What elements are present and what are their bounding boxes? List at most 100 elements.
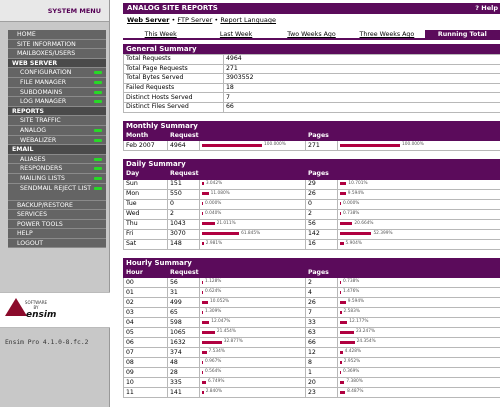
requests-bar	[202, 390, 204, 394]
sidebar: SYSTEM MENU HOME SITE INFORMATION MAILBOXE…	[0, 0, 110, 407]
pages-bar	[340, 192, 346, 196]
requests-value: 31	[167, 287, 200, 299]
menu-item-log-manager[interactable]: LOG MANAGER	[8, 97, 106, 107]
pages-percent: 52.399%	[373, 230, 393, 236]
requests-bar	[202, 360, 203, 364]
menu-item-label: SERVICES	[17, 211, 48, 219]
version-text: Ensim Pro 4.1.0-8.fc.2	[5, 339, 89, 346]
menu-item-subdomains[interactable]: SUBDOMAINS	[8, 87, 106, 98]
column-header: Pages	[305, 169, 338, 180]
tab-two-weeks-ago[interactable]: Two Weeks Ago	[274, 30, 349, 38]
help-link[interactable]: ? Help	[475, 3, 498, 14]
menu-item-power-tools[interactable]: POWER TOOLS	[8, 219, 106, 230]
tab-running-total[interactable]: Running Total	[424, 30, 500, 38]
system-menu: HOME SITE INFORMATION MAILBOXES/USERS WEB S…	[8, 30, 106, 249]
requests-bar	[202, 143, 262, 147]
pages-bar-cell: 0.738%	[337, 208, 500, 220]
pages-value: 271	[305, 140, 338, 152]
menu-item-help[interactable]: HELP	[8, 229, 106, 239]
pages-bar	[340, 222, 353, 226]
summary-value: 66	[223, 101, 500, 113]
column-header	[199, 130, 306, 142]
menu-item-mailing-lists[interactable]: MAILING LISTS	[8, 173, 106, 184]
pages-percent: 4.428%	[344, 349, 362, 355]
menu-item-label: WEB SERVER	[12, 59, 58, 67]
requests-bar-cell: 0.000%	[199, 198, 306, 210]
requests-bar	[202, 300, 209, 304]
table-row: Sun 151 3.042% 29 10.701%	[123, 178, 500, 190]
menu-item-webalizer[interactable]: WEBALIZER	[8, 135, 106, 146]
pages-bar	[340, 320, 348, 324]
tab-last-week[interactable]: Last Week	[198, 30, 273, 38]
tab-this-week[interactable]: This Week	[123, 30, 198, 38]
menu-item-sendmail-reject-list[interactable]: SENDMAIL REJECT LIST	[8, 183, 106, 201]
row-label: 09	[123, 367, 168, 379]
pages-bar	[340, 143, 400, 147]
menu-item-analog[interactable]: ANALOG	[8, 125, 106, 136]
requests-bar-cell: 61.845%	[199, 228, 306, 240]
table-row: 05 1065 21.454% 63 23.247%	[123, 327, 500, 339]
column-header	[337, 169, 500, 180]
menu-item-aliases[interactable]: ALIASES	[8, 154, 106, 165]
requests-bar	[202, 232, 240, 236]
pages-bar-cell: 0.000%	[337, 198, 500, 210]
pages-percent: 9.594%	[347, 299, 365, 305]
requests-bar-cell: 12.047%	[199, 317, 306, 329]
pages-bar-cell: 12.177%	[337, 317, 500, 329]
requests-bar-cell: 2.981%	[199, 238, 306, 250]
general-summary-heading: General Summary	[123, 44, 500, 54]
pages-value: 23	[305, 387, 338, 399]
menu-item-mailboxes-users[interactable]: MAILBOXES/USERS	[8, 49, 106, 59]
web-server-link[interactable]: Web Server	[127, 16, 169, 24]
menu-item-home[interactable]: HOME	[8, 30, 106, 40]
column-header: Day	[123, 169, 168, 180]
pages-percent: 24.354%	[356, 339, 376, 345]
menu-item-site-traffic[interactable]: SITE TRAFFIC	[8, 116, 106, 126]
menu-item-backup-restore[interactable]: BACKUP/RESTORE	[8, 200, 106, 211]
ftp-server-link[interactable]: FTP Server	[177, 16, 212, 24]
report-language-link[interactable]: Report Language	[220, 16, 276, 24]
column-header: Pages	[305, 130, 338, 142]
requests-bar-cell: 1.128%	[199, 277, 306, 289]
menu-item-configuration[interactable]: CONFIGURATION	[8, 68, 106, 78]
menu-item-reports: REPORTS	[8, 106, 106, 117]
pages-bar	[340, 310, 342, 314]
row-label: 07	[123, 347, 168, 359]
requests-bar	[202, 350, 207, 354]
table-row: 10 335 6.749% 20 7.380%	[123, 377, 500, 389]
pages-bar-cell: 24.354%	[337, 337, 500, 349]
pages-percent: 100.000%	[402, 142, 424, 148]
requests-bar	[202, 202, 203, 206]
column-header	[337, 130, 500, 142]
menu-item-logout[interactable]: LOGOUT	[8, 238, 106, 249]
requests-bar-cell: 21.011%	[199, 218, 306, 230]
menu-item-site-information[interactable]: SITE INFORMATION	[8, 39, 106, 50]
menu-item-label: ANALOG	[20, 126, 46, 134]
row-label: 00	[123, 277, 168, 289]
tab-three-weeks-ago[interactable]: Three Weeks Ago	[349, 30, 424, 38]
status-led-icon	[94, 128, 102, 132]
pages-percent: 2.583%	[343, 309, 360, 315]
menu-item-label: POWER TOOLS	[17, 220, 63, 228]
link-separator: •	[171, 16, 176, 24]
status-led-icon	[94, 157, 102, 161]
status-led-icon	[94, 71, 102, 75]
menu-item-services[interactable]: SERVICES	[8, 210, 106, 220]
requests-bar-cell: 7.534%	[199, 347, 306, 359]
pages-bar-cell: 5.904%	[337, 238, 500, 250]
row-label: Wed	[123, 208, 168, 220]
menu-item-responders[interactable]: RESPONDERS	[8, 164, 106, 174]
general-summary-table: Total Requests 4964 Total Page Requests 271…	[123, 54, 500, 113]
menu-item-file-manager[interactable]: FILE MANAGER	[8, 77, 106, 88]
menu-item-label: SENDMAIL REJECT LIST	[20, 184, 92, 192]
requests-value: 2	[167, 208, 200, 220]
menu-item-label: WEBALIZER	[20, 136, 57, 144]
row-label: Sat	[123, 238, 168, 250]
table-row: 00 56 1.128% 2 0.738%	[123, 277, 500, 289]
requests-bar-cell: 6.749%	[199, 377, 306, 389]
pages-value: 20	[305, 377, 338, 389]
table-row: 09 28 0.564% 1 0.369%	[123, 367, 500, 379]
requests-percent: 0.967%	[205, 359, 222, 365]
table-row: Total Page Requests 271	[123, 63, 500, 75]
status-led-icon	[94, 176, 102, 180]
